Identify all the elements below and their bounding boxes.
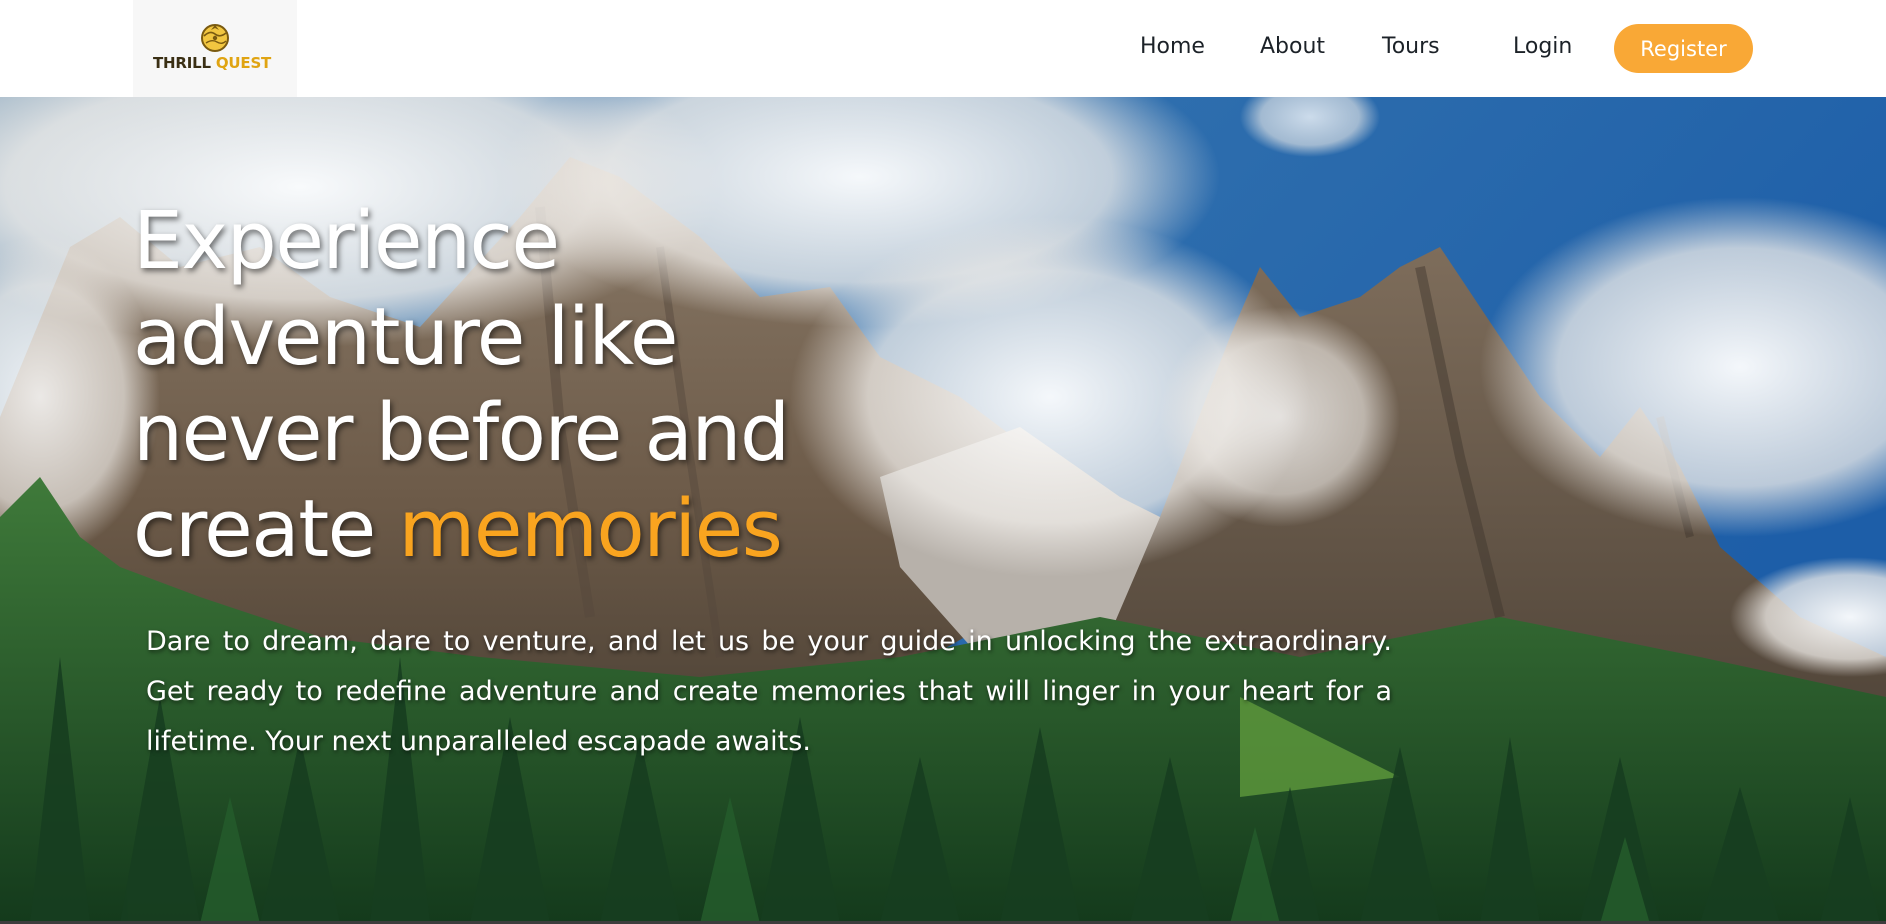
logo-word-thrill: THRILL <box>153 54 211 72</box>
register-button[interactable]: Register <box>1614 24 1753 73</box>
logo-text: THRILL QUEST <box>153 54 283 72</box>
nav-link-home[interactable]: Home <box>1140 34 1205 59</box>
logo[interactable]: THRILL QUEST <box>133 0 297 97</box>
hero-heading-line-3: never before and <box>133 387 790 479</box>
hero-heading-prefix: create <box>133 483 399 575</box>
login-link[interactable]: Login <box>1513 34 1572 59</box>
nav-link-about[interactable]: About <box>1260 34 1325 59</box>
hero-section: Experience adventure like never before a… <box>0 97 1886 924</box>
hero-paragraph: Dare to dream, dare to venture, and let … <box>146 626 1392 757</box>
globe-compass-icon <box>201 24 229 52</box>
hero-heading-line-2: adventure like <box>133 291 678 383</box>
hero-heading-accent: memories <box>398 483 783 575</box>
hero-heading-line-4: create memories <box>133 481 893 577</box>
hero-heading-line-1: Experience <box>133 195 560 287</box>
navbar: THRILL QUEST Home About Tours Login Regi… <box>0 0 1886 97</box>
logo-word-quest: QUEST <box>215 54 272 72</box>
nav-link-tours[interactable]: Tours <box>1382 34 1440 59</box>
hero-heading: Experience adventure like never before a… <box>133 193 893 577</box>
